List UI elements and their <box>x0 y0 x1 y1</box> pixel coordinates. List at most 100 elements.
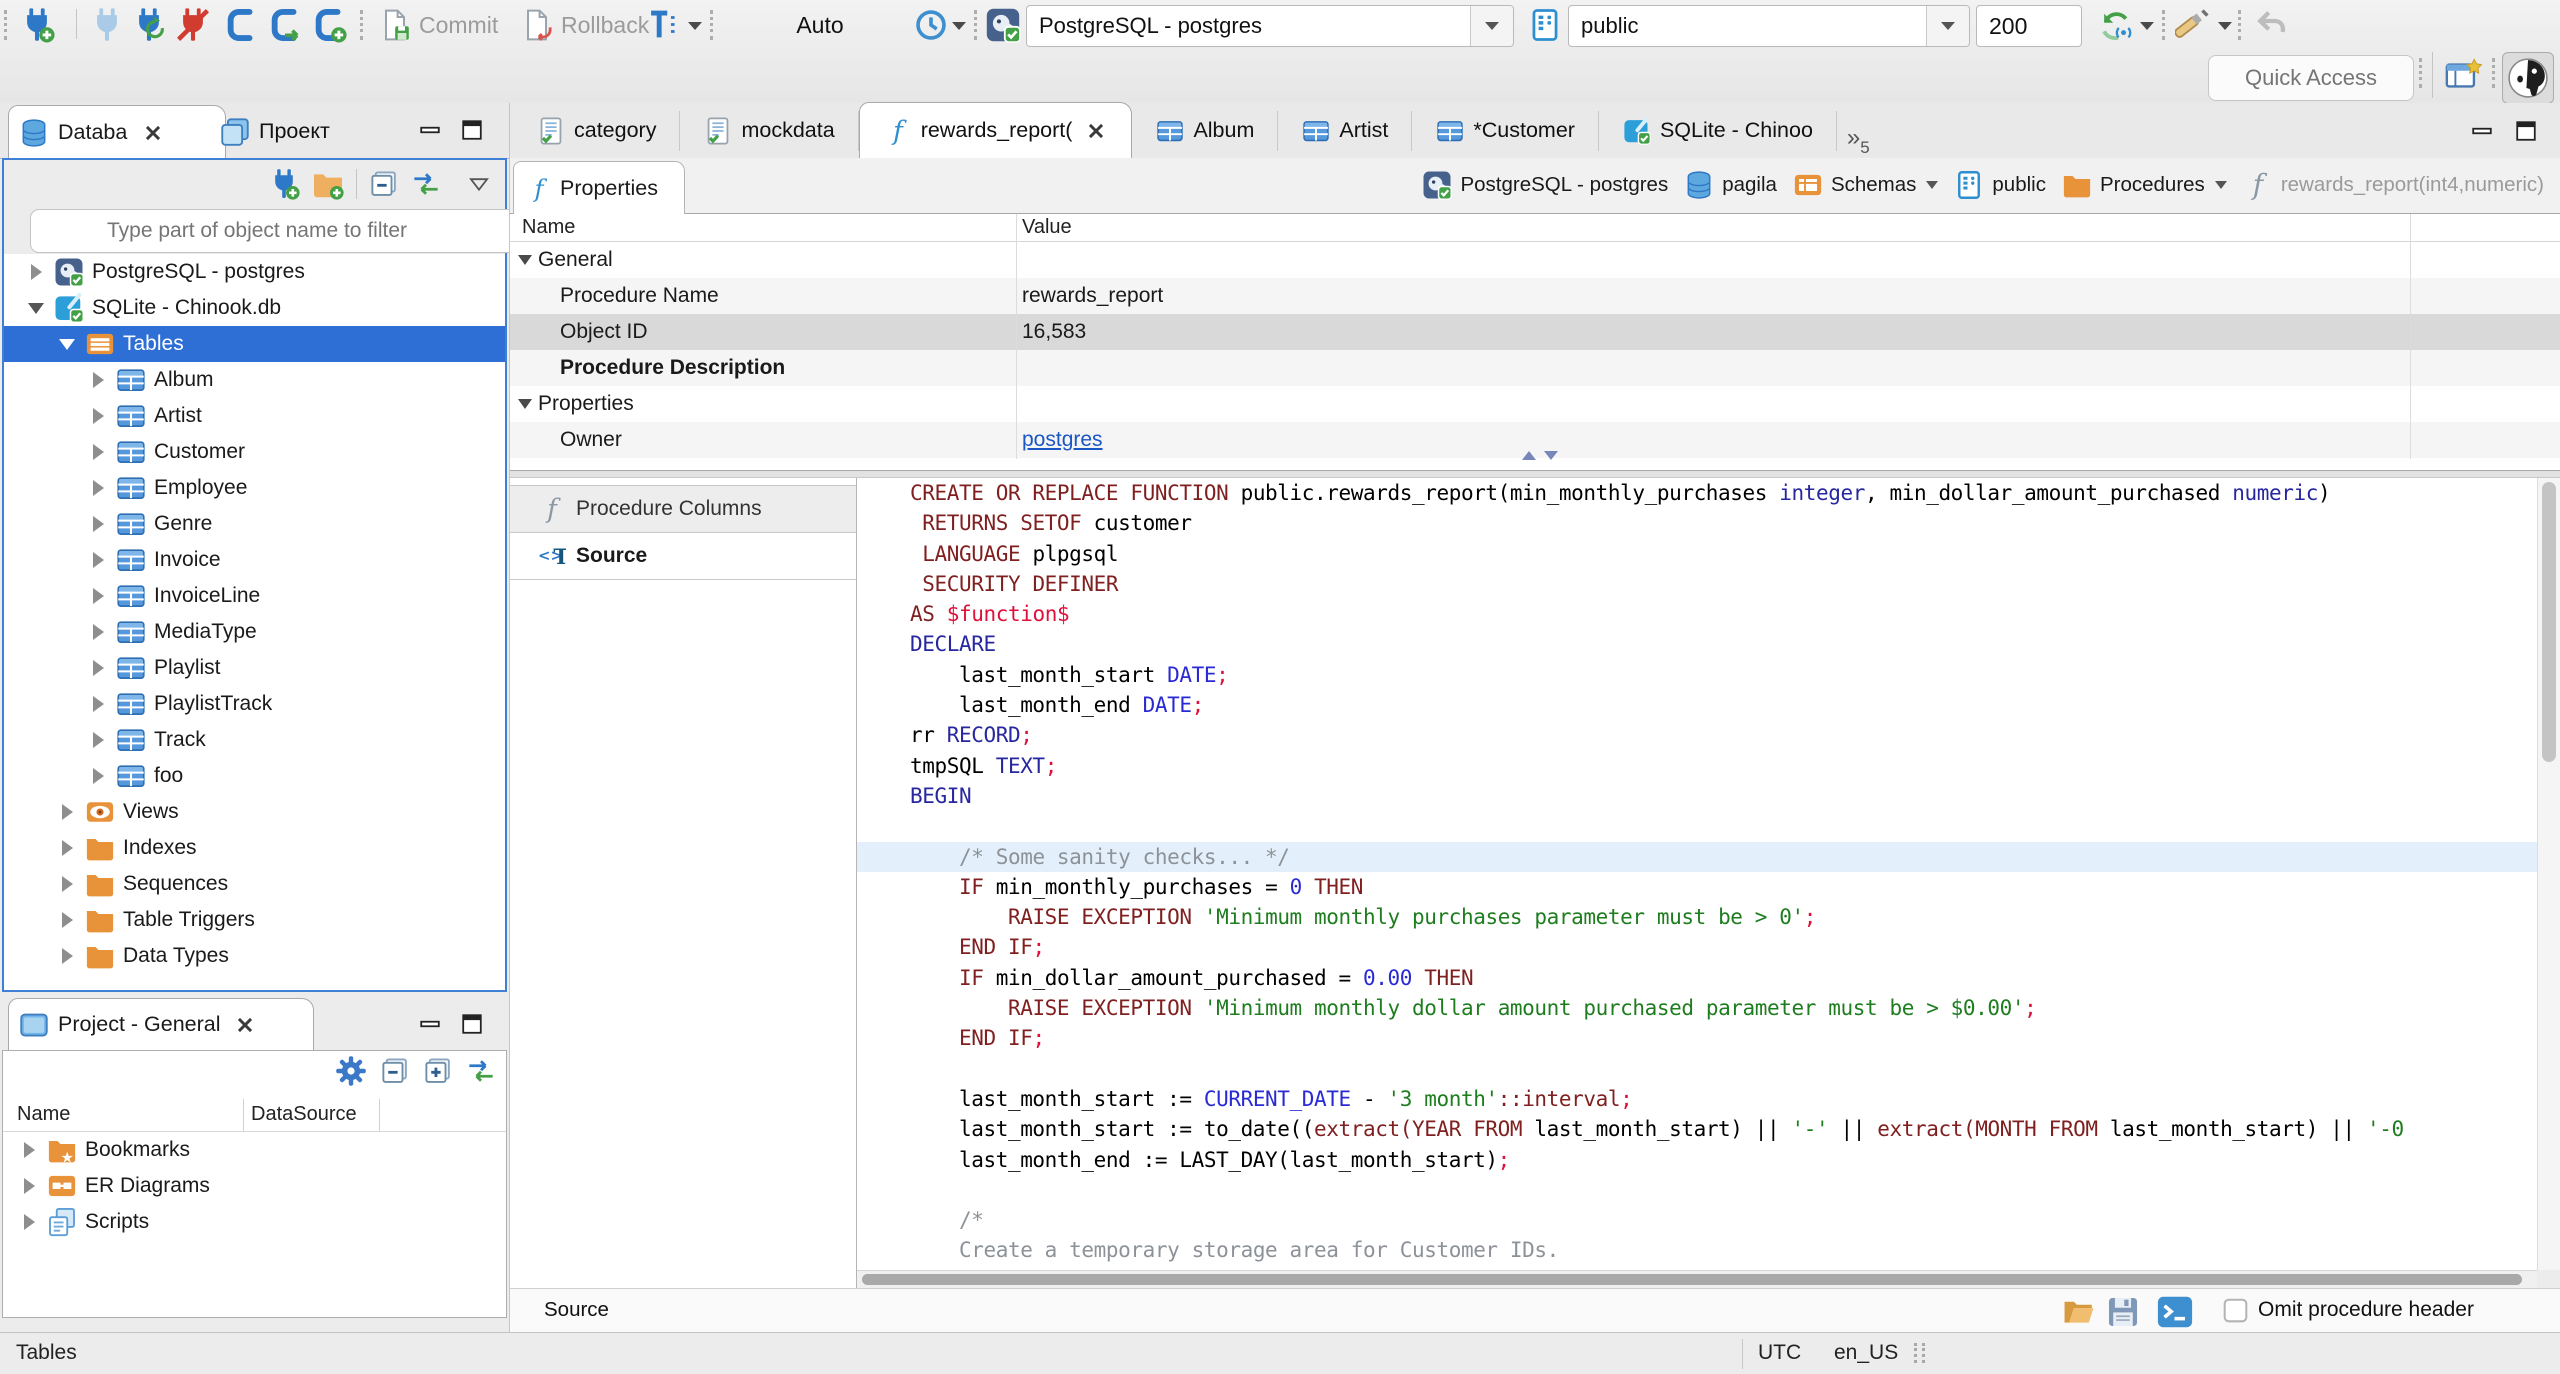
minimize-editor-button[interactable] <box>2468 117 2496 145</box>
horizontal-scrollbar[interactable] <box>857 1270 2537 1288</box>
fetch-size-input[interactable] <box>1976 5 2082 47</box>
omit-header-checkbox[interactable] <box>2222 1297 2249 1324</box>
editor-tab-category[interactable]: category <box>513 103 681 158</box>
tree-item[interactable]: Invoice <box>4 542 505 578</box>
tree-item[interactable]: Tables <box>4 326 505 362</box>
chevron-right-icon[interactable] <box>19 1212 39 1232</box>
rollback-button[interactable]: Rollback <box>520 6 649 44</box>
editor-tab-sqlite-chinoo[interactable]: SQLite - Chinoo <box>1599 103 1837 158</box>
editor-tab-album[interactable]: Album <box>1132 103 1279 158</box>
editor-tab-rewards-report-[interactable]: f rewards_report( <box>858 102 1133 158</box>
scrollbar-thumb[interactable] <box>862 1274 2522 1285</box>
view-menu-icon[interactable] <box>467 172 491 196</box>
link-with-editor-icon[interactable] <box>411 169 441 199</box>
transaction-mode-caret[interactable] <box>688 22 702 30</box>
tools-caret[interactable] <box>2218 22 2232 30</box>
toolbar-drag-handle[interactable] <box>2162 10 2169 40</box>
expand-all-icon[interactable] <box>423 1056 453 1086</box>
grid-row-procedure-description[interactable]: Procedure Description <box>510 350 2560 386</box>
chevron-right-icon[interactable] <box>88 478 108 498</box>
vertical-scrollbar[interactable] <box>2537 478 2560 1270</box>
mockdata-tools-button[interactable] <box>2174 6 2212 44</box>
chevron-right-icon[interactable] <box>88 694 108 714</box>
tree-item[interactable]: Data Types <box>4 938 505 974</box>
column-value[interactable]: Value <box>1022 216 1072 239</box>
collapse-all-icon[interactable] <box>369 169 399 199</box>
chevron-right-icon[interactable] <box>57 874 77 894</box>
sash-collapse-control[interactable] <box>1522 451 1558 460</box>
tab-projects[interactable]: Проект <box>208 105 342 158</box>
connection-combo[interactable]: PostgreSQL - postgres <box>1026 5 1514 47</box>
timezone-indicator[interactable]: UTC <box>1758 1341 1801 1365</box>
grid-row-procedure-name[interactable]: Procedure Name rewards_report <box>510 278 2560 314</box>
project-item[interactable]: ER Diagrams <box>3 1168 506 1204</box>
tree-item[interactable]: MediaType <box>4 614 505 650</box>
scrollbar-thumb[interactable] <box>2542 482 2556 762</box>
open-in-sql-console-icon[interactable] <box>2156 1293 2194 1331</box>
tab-database-navigator[interactable]: Databa <box>8 105 226 159</box>
breadcrumb-item[interactable]: Schemas <box>1793 170 1939 200</box>
tab-overflow-chevron[interactable]: » 5 <box>1837 118 1876 158</box>
gear-icon[interactable] <box>335 1055 367 1087</box>
maximize-view-button[interactable] <box>458 116 486 144</box>
breadcrumb-item[interactable]: Procedures <box>2062 170 2227 200</box>
chevron-right-icon[interactable] <box>88 730 108 750</box>
toolbar-drag-handle[interactable] <box>2492 58 2499 88</box>
tree-item[interactable]: Customer <box>4 434 505 470</box>
tree-item[interactable]: Table Triggers <box>4 902 505 938</box>
open-sql-script-button[interactable] <box>266 6 304 44</box>
tree-item[interactable]: Sequences <box>4 866 505 902</box>
subtab-source[interactable]: <>T Source <box>510 533 856 580</box>
source-code-viewer[interactable]: CREATE OR REPLACE FUNCTION public.reward… <box>857 478 2537 1270</box>
chevron-right-icon[interactable] <box>57 802 77 822</box>
chevron-right-icon[interactable] <box>88 622 108 642</box>
transaction-mode-button[interactable] <box>644 6 682 44</box>
refresh-caret[interactable] <box>2140 22 2154 30</box>
new-folder-icon[interactable] <box>312 168 344 200</box>
chevron-right-icon[interactable] <box>57 910 77 930</box>
toolbar-drag-handle[interactable] <box>360 10 367 40</box>
chevron-down-icon[interactable] <box>518 399 532 409</box>
tree-item[interactable]: SQLite - Chinook.db <box>4 290 505 326</box>
locale-indicator[interactable]: en_US <box>1834 1341 1898 1365</box>
project-item[interactable]: ★ Bookmarks <box>3 1132 506 1168</box>
dbeaver-perspective-button[interactable] <box>2502 52 2554 104</box>
tab-properties[interactable]: f Properties <box>513 161 685 215</box>
chevron-right-icon[interactable] <box>88 586 108 606</box>
toolbar-drag-handle[interactable] <box>710 10 717 40</box>
toolbar-drag-handle[interactable] <box>2238 10 2245 40</box>
transaction-log-caret[interactable] <box>952 22 966 30</box>
column-name[interactable]: Name <box>522 216 575 239</box>
toolbar-drag-handle[interactable] <box>2419 58 2426 88</box>
chevron-down-icon[interactable] <box>518 255 532 265</box>
column-name[interactable]: Name <box>17 1103 70 1126</box>
breadcrumb-item[interactable]: PostgreSQL - postgres <box>1422 170 1668 200</box>
commit-button[interactable]: Commit <box>378 6 498 44</box>
toolbar-drag-handle[interactable] <box>4 10 11 40</box>
chevron-right-icon[interactable] <box>57 838 77 858</box>
collapse-all-icon[interactable] <box>380 1056 410 1086</box>
chevron-right-icon[interactable] <box>88 370 108 390</box>
tree-item[interactable]: Employee <box>4 470 505 506</box>
editor-tab-artist[interactable]: Artist <box>1278 103 1413 158</box>
chevron-right-icon[interactable] <box>19 1176 39 1196</box>
tree-item[interactable]: Indexes <box>4 830 505 866</box>
tree-item[interactable]: foo <box>4 758 505 794</box>
tree-item[interactable]: InvoiceLine <box>4 578 505 614</box>
editor-tab-mockdata[interactable]: mockdata <box>680 103 859 158</box>
maximize-editor-button[interactable] <box>2512 117 2540 145</box>
project-item[interactable]: Scripts <box>3 1204 506 1240</box>
save-icon[interactable] <box>2106 1295 2140 1329</box>
chevron-right-icon[interactable] <box>57 946 77 966</box>
chevron-down-icon[interactable] <box>1926 181 1939 189</box>
statusbar-drag-handle[interactable] <box>1914 1343 1921 1363</box>
undo-button[interactable] <box>2252 6 2290 44</box>
chevron-right-icon[interactable] <box>88 514 108 534</box>
new-connection-button[interactable] <box>18 6 56 44</box>
breadcrumb-item[interactable]: public <box>1954 170 2046 200</box>
schema-combo[interactable]: public <box>1568 5 1970 47</box>
schema-combo-arrow[interactable] <box>1926 6 1969 46</box>
statusbar-drag-handle[interactable] <box>1922 1343 1929 1363</box>
quick-access-input[interactable] <box>2208 55 2414 101</box>
maximize-view-button[interactable] <box>458 1010 486 1038</box>
